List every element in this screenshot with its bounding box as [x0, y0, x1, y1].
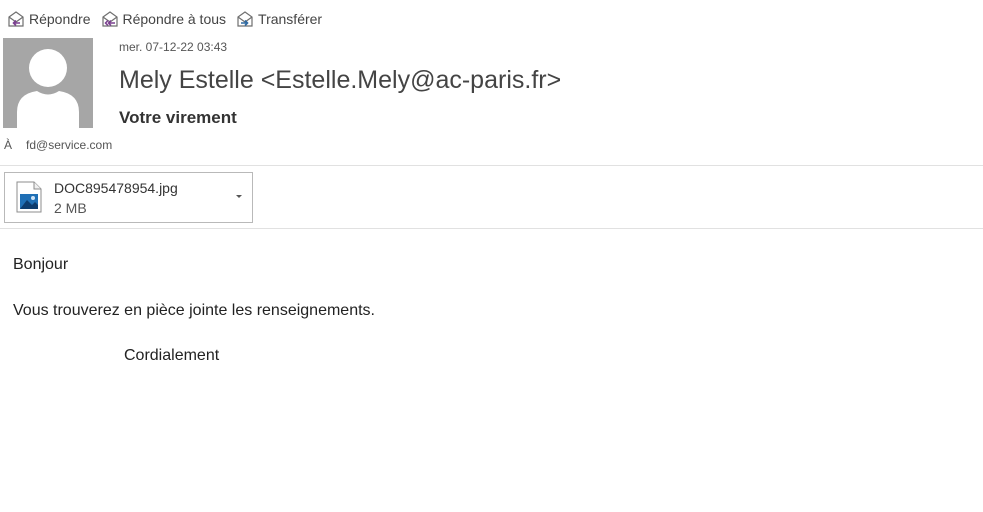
reply-label: Répondre — [29, 11, 91, 27]
reply-button[interactable]: Répondre — [6, 10, 91, 28]
recipient-address[interactable]: fd@service.com — [26, 138, 112, 152]
recipient-row: À fd@service.com — [4, 138, 112, 152]
sender-avatar — [3, 38, 93, 128]
to-label: À — [4, 138, 13, 152]
body-text: Vous trouverez en pièce jointe les rense… — [13, 302, 375, 319]
person-silhouette-icon — [3, 38, 93, 128]
forward-label: Transférer — [258, 11, 323, 27]
reply-all-button[interactable]: Répondre à tous — [100, 10, 227, 28]
header-divider — [0, 165, 983, 166]
reply-all-label: Répondre à tous — [122, 11, 227, 27]
chevron-down-icon[interactable] — [234, 191, 244, 201]
body-closing: Cordialement — [124, 347, 220, 364]
reply-all-icon — [101, 11, 118, 27]
message-subject: Votre virement — [119, 108, 237, 127]
attachment-size: 2 MB — [54, 200, 87, 216]
forward-icon — [237, 11, 253, 27]
attachment-filename: DOC895478954.jpg — [54, 180, 178, 196]
message-toolbar: Répondre Répondre à tous Transférer — [6, 8, 331, 30]
sender-name[interactable]: Mely Estelle <Estelle.Mely@ac-paris.fr> — [119, 66, 561, 95]
message-date: mer. 07-12-22 03:43 — [119, 40, 228, 54]
forward-button[interactable]: Transférer — [235, 10, 322, 28]
reply-icon — [8, 11, 24, 27]
attachment-card[interactable]: DOC895478954.jpg 2 MB — [4, 172, 253, 223]
image-file-icon — [16, 181, 42, 213]
attachment-divider — [0, 228, 983, 229]
body-greeting: Bonjour — [13, 256, 69, 273]
